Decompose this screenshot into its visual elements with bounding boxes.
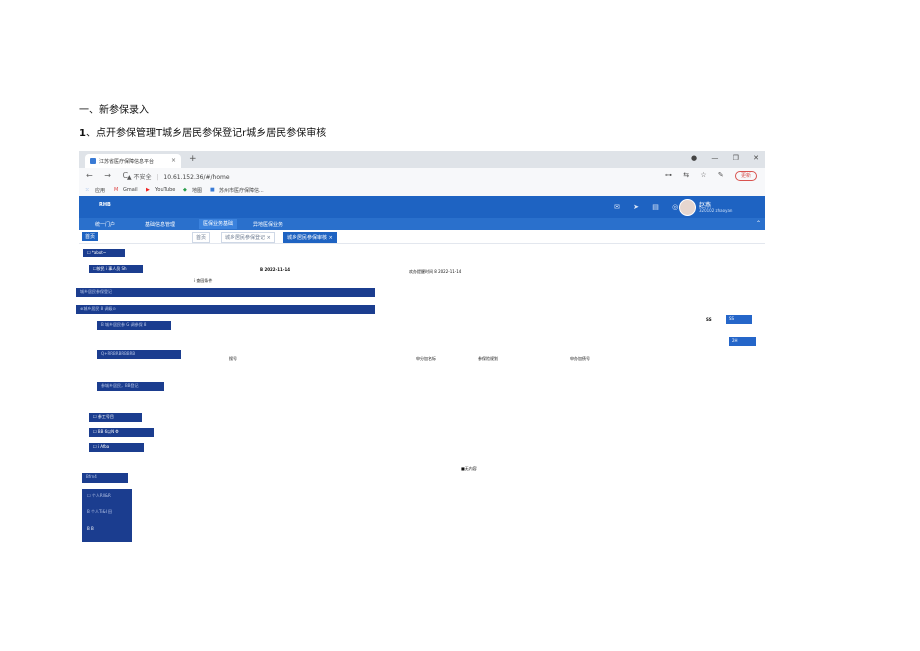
apps-grid-icon[interactable]: ⁙ <box>85 187 89 193</box>
app-logo: RHB <box>99 202 111 208</box>
bookmark-apps[interactable]: 应用 <box>95 187 105 194</box>
tab-home[interactable]: 首页 <box>192 232 211 243</box>
maximize-icon[interactable]: ❐ <box>733 154 739 162</box>
main-menu: 统一门户 基础信息管理 医保业务基础 异地医保业务 ⌃ <box>79 218 765 230</box>
translate-icon[interactable]: ⇆ <box>683 171 689 179</box>
sub-item-2[interactable]: Q+RRBRBRBBRB <box>97 350 181 359</box>
not-secure-label: ▲ 不安全 <box>127 174 152 181</box>
key-icon[interactable]: ⊶ <box>665 171 672 179</box>
window-controls: ● — ❐ ✕ <box>679 154 759 162</box>
url-text: 10.61.152.36/#/home <box>163 174 230 181</box>
site-bookmark-icon: ■ <box>210 187 215 193</box>
app-header: RHB ✉ ➤ ▤ ◎ 赵燕 320102 zhaoyan <box>79 196 765 218</box>
side-item-6[interactable]: B 个人Ti&I 田 <box>87 509 112 515</box>
side-item-7[interactable]: B B <box>87 526 94 531</box>
2h-button[interactable]: 2H <box>729 337 756 346</box>
heading-number: 1 <box>79 128 86 139</box>
close-tab-icon[interactable]: × <box>171 157 176 164</box>
date-left: B 2022-11-14 <box>260 267 291 272</box>
menu-basic-info[interactable]: 基础信息管理 <box>145 221 175 228</box>
address-bar-tools: ⊶ ⇆ ☆ ✎ 更新 <box>656 171 757 181</box>
collapse-icon[interactable]: ⌃ <box>756 220 761 227</box>
browser-tab-title: 江苏省医疗保障信息平台 <box>99 159 155 165</box>
close-window-icon[interactable]: ✕ <box>753 154 759 162</box>
menu-remote-insurance[interactable]: 异地医保业务 <box>253 221 283 228</box>
document-icon[interactable]: ▤ <box>652 203 659 211</box>
side-item-4[interactable]: Bfrn4 <box>82 473 128 483</box>
mail-icon[interactable]: ✉ <box>614 203 620 211</box>
col-name: 申分加名标 <box>416 356 436 361</box>
side-item-1[interactable]: ☐ 参工号目 <box>89 413 142 422</box>
date-right: 欢办提醒时间 8 2022-11-14 <box>409 269 462 274</box>
home-breadcrumb[interactable]: 首页 <box>82 232 99 241</box>
filter-tag[interactable]: ☐ *abot~ <box>83 249 125 257</box>
ss-button[interactable]: SS <box>726 315 752 324</box>
star-icon[interactable]: ☆ <box>700 171 706 179</box>
browser-tab-bar: 江苏省医疗保障信息平台 × + ● — ❐ ✕ <box>79 151 765 168</box>
browser-tab[interactable]: 江苏省医疗保障信息平台 × <box>85 154 181 168</box>
side-item-2[interactable]: ☐ BB 6以N Φ <box>89 428 154 437</box>
update-button[interactable]: 更新 <box>734 171 757 181</box>
section-bar-2: ⊕城乡居民 8 调级⊙ <box>76 305 375 314</box>
forward-icon[interactable]: → <box>104 171 111 180</box>
bookmark-suzhou[interactable]: 苏州市医疗保障信... <box>219 187 264 194</box>
youtube-icon: ▶ <box>146 187 150 193</box>
user-role: 320102 zhaoyan <box>699 208 733 213</box>
url-field[interactable]: ▲ 不安全 | 10.61.152.36/#/home <box>127 172 230 181</box>
page-tabs-row: 首页 首页 城乡居民参保登记 × 城乡居民参保审核 × <box>79 230 765 244</box>
menu-insurance-business[interactable]: 医保业务基础 <box>199 219 238 229</box>
empty-message: ■无内容 <box>461 466 477 471</box>
doc-heading-2: 1、点开参保管理T城乡居民参保登记r城乡居民参保审核 <box>79 124 326 139</box>
bookmarks-bar: ⁙ 应用 M Gmail ▶ YouTube ◆ 地图 ■ 苏州市医疗保障信..… <box>79 184 765 196</box>
bookmark-youtube[interactable]: YouTube <box>155 187 175 193</box>
col-seq: 搜号 <box>229 356 237 361</box>
section-bar-1: 城乡居民参保登记 <box>76 288 375 297</box>
new-tab-button[interactable]: + <box>189 154 197 164</box>
profile-icon[interactable]: ● <box>691 154 697 162</box>
heading-text: 、点开参保管理T城乡居民参保登记r城乡居民参保审核 <box>85 128 327 139</box>
bookmark-maps[interactable]: 地图 <box>192 187 202 194</box>
site-favicon-icon <box>90 158 96 164</box>
minimize-icon[interactable]: — <box>711 154 718 162</box>
settings-icon[interactable]: ◎ <box>672 203 678 211</box>
query-conditions-label: i 查园条件 <box>194 278 213 283</box>
menu-portal[interactable]: 统一门户 <box>95 221 115 228</box>
embedded-screenshot: 江苏省医疗保障信息平台 × + ● — ❐ ✕ ← → C ▲ 不安全 | 10… <box>76 151 765 547</box>
address-bar-row: ← → C ▲ 不安全 | 10.61.152.36/#/home ⊶ ⇆ ☆ … <box>79 168 765 184</box>
tab-resident-registration[interactable]: 城乡居民参保登记 × <box>221 232 275 243</box>
filter-tag-2[interactable]: ☐按民 i 事人员 Sh <box>89 265 143 273</box>
extension-icon[interactable]: ✎ <box>718 171 724 179</box>
avatar[interactable] <box>679 199 696 216</box>
header-icons: ✉ ➤ ▤ ◎ <box>614 203 689 211</box>
maps-icon: ◆ <box>183 187 187 193</box>
tab-resident-review[interactable]: 城乡居民参保审核 × <box>283 232 337 243</box>
col-code: 申办加债号 <box>570 356 590 361</box>
sub-item-1[interactable]: B 城乡居民参 G 调参保 8 <box>97 321 171 330</box>
side-item-3[interactable]: ☐ i Afba <box>89 443 144 452</box>
doc-heading-1: 一、新参保录入 <box>79 105 149 116</box>
back-icon[interactable]: ← <box>86 171 93 180</box>
side-item-5[interactable]: ☐ 个人Rll&R <box>87 493 111 499</box>
gmail-icon: M <box>114 187 119 193</box>
sub-item-3[interactable]: 参城乡居民，BB登记 <box>97 382 164 391</box>
col-plan: 参保险规划 <box>478 356 498 361</box>
side-label-ss: SS <box>706 317 712 322</box>
bookmark-gmail[interactable]: Gmail <box>123 187 138 193</box>
send-icon[interactable]: ➤ <box>633 203 639 211</box>
